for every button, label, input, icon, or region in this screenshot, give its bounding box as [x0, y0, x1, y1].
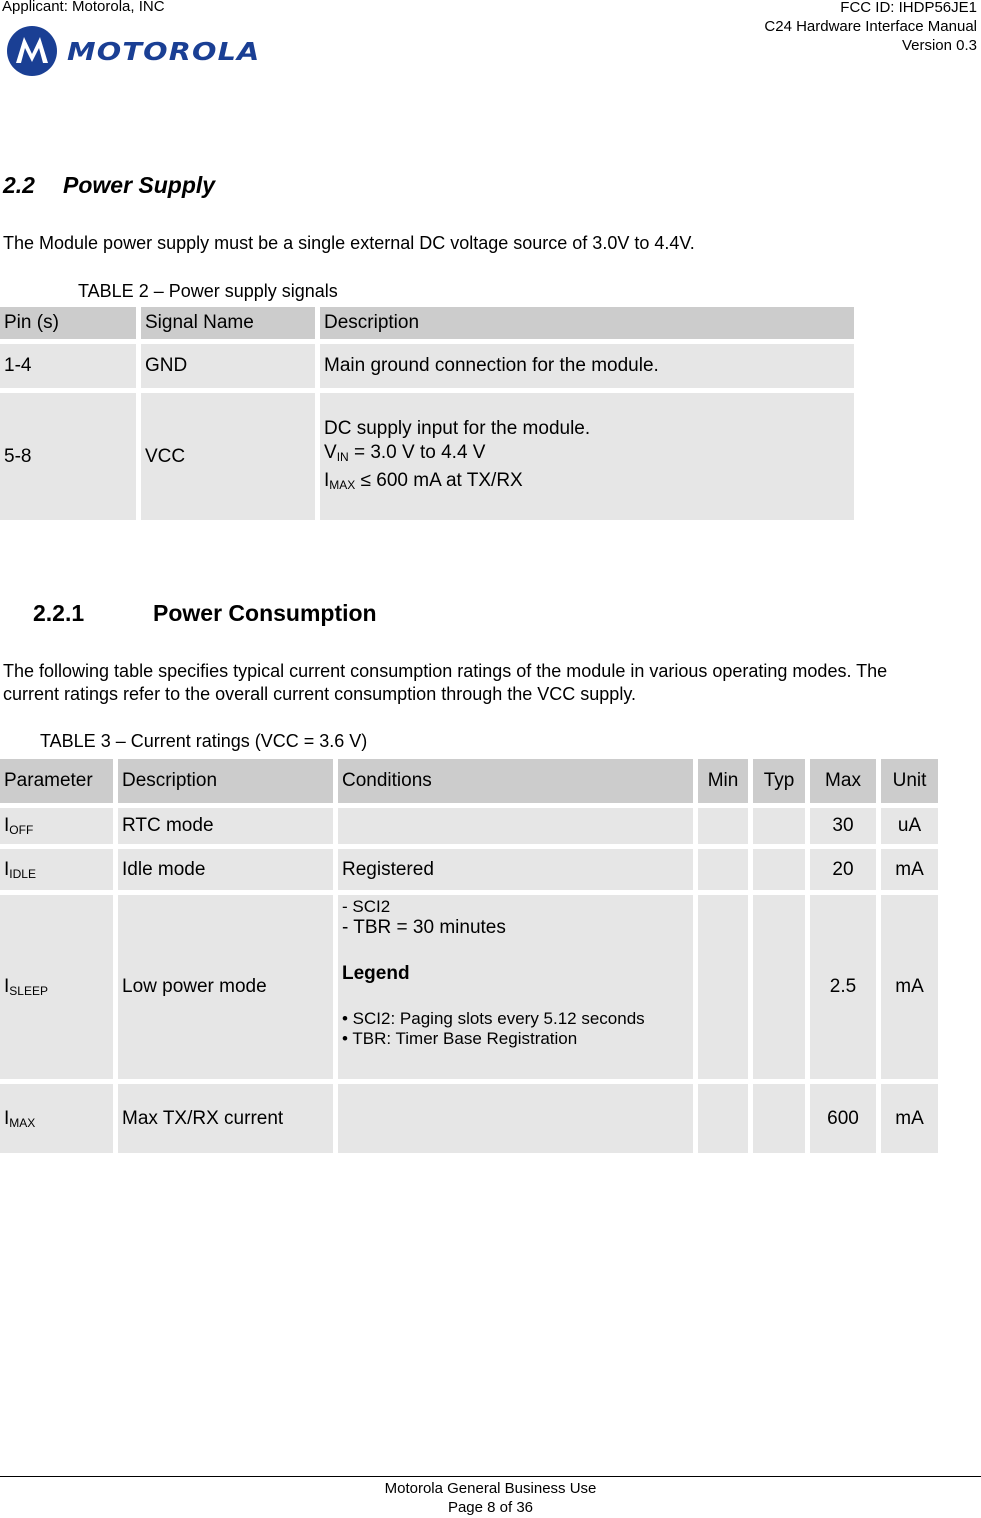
col-header-typ: Typ	[753, 759, 805, 803]
unit-cell: mA	[881, 849, 938, 890]
condition-line: - TBR = 30 minutes	[342, 917, 506, 938]
param-subscript: MAX	[9, 1115, 36, 1130]
typ-cell	[753, 849, 805, 890]
section-intro: The Module power supply must be a single…	[3, 233, 695, 253]
section-heading: 2.2 Power Supply	[3, 172, 215, 199]
table-header-row: Pin (s) Signal Name Description	[0, 307, 854, 339]
vin-subscript: IN	[336, 449, 349, 464]
typ-cell	[753, 1084, 805, 1153]
legend-item: • TBR: Timer Base Registration	[342, 1029, 578, 1048]
typ-cell	[753, 895, 805, 1079]
imax-line: IMAX ≤ 600 mA at TX/RX	[324, 469, 850, 497]
imax-value: ≤ 600 mA at TX/RX	[355, 469, 523, 491]
min-cell	[698, 808, 748, 844]
logo-wordmark: MOTOROLA	[67, 36, 261, 66]
table-row: IMAX Max TX/RX current 600 mA	[0, 1084, 938, 1153]
col-header-description: Description	[118, 759, 333, 803]
condition-line: - SCI2	[342, 897, 391, 916]
vin-value: = 3.0 V to 4.4 V	[348, 441, 486, 463]
col-header-pin: Pin (s)	[0, 307, 136, 339]
col-header-description: Description	[320, 307, 854, 339]
description-cell: Idle mode	[118, 849, 333, 890]
page-footer: Motorola General Business Use Page 8 of …	[0, 1479, 981, 1517]
motorola-batwing-icon	[7, 26, 57, 76]
subsection-title: Power Consumption	[153, 600, 377, 626]
manual-title: C24 Hardware Interface Manual	[764, 18, 977, 35]
max-cell: 2.5	[810, 895, 876, 1079]
description-cell: DC supply input for the module. VIN = 3.…	[320, 393, 854, 520]
table-row: IIDLE Idle mode Registered 20 mA	[0, 849, 938, 890]
typ-cell	[753, 808, 805, 844]
description-cell: Max TX/RX current	[118, 1084, 333, 1153]
power-supply-table: Pin (s) Signal Name Description 1-4 GND …	[0, 302, 859, 525]
section-number: 2.2	[3, 172, 35, 198]
table-row: ISLEEP Low power mode - SCI2 - TBR = 30 …	[0, 895, 938, 1079]
vin-line: VIN = 3.0 V to 4.4 V	[324, 441, 850, 469]
legend-item: • SCI2: Paging slots every 5.12 seconds	[342, 1009, 645, 1028]
fcc-id: FCC ID: IHDP56JE1	[840, 0, 977, 16]
vin-symbol: V	[324, 441, 337, 463]
applicant-label: Applicant: Motorola, INC	[2, 0, 165, 15]
col-header-conditions: Conditions	[338, 759, 693, 803]
desc-line: DC supply input for the module.	[324, 417, 591, 439]
max-cell: 20	[810, 849, 876, 890]
conditions-cell	[338, 808, 693, 844]
col-header-min: Min	[698, 759, 748, 803]
unit-cell: mA	[881, 895, 938, 1079]
table-header-row: Parameter Description Conditions Min Typ…	[0, 759, 938, 803]
footer-divider	[0, 1476, 981, 1477]
conditions-cell: Registered	[338, 849, 693, 890]
document-info: FCC ID: IHDP56JE1 C24 Hardware Interface…	[764, 0, 977, 55]
min-cell	[698, 895, 748, 1079]
current-ratings-table: Parameter Description Conditions Min Typ…	[0, 754, 943, 1158]
table3-caption: TABLE 3 – Current ratings (VCC = 3.6 V)	[40, 731, 368, 751]
page-number: Page 8 of 36	[447, 1499, 534, 1516]
parameter-cell: ISLEEP	[0, 895, 113, 1079]
table-row: 5-8 VCC DC supply input for the module. …	[0, 393, 854, 520]
subsection-number: 2.2.1	[33, 600, 85, 626]
table-row: 1-4 GND Main ground connection for the m…	[0, 344, 854, 388]
max-cell: 30	[810, 808, 876, 844]
col-header-signal: Signal Name	[141, 307, 315, 339]
footer-classification: Motorola General Business Use	[384, 1480, 597, 1497]
signal-cell: GND	[141, 344, 315, 388]
param-subscript: IDLE	[9, 866, 36, 881]
signal-cell: VCC	[141, 393, 315, 520]
subsection-heading: 2.2.1 Power Consumption	[33, 600, 377, 627]
unit-cell: uA	[881, 808, 938, 844]
table-row: IOFF RTC mode 30 uA	[0, 808, 938, 844]
col-header-unit: Unit	[881, 759, 938, 803]
subsection-intro: The following table specifies typical cu…	[3, 661, 888, 704]
description-cell: RTC mode	[118, 808, 333, 844]
min-cell	[698, 849, 748, 890]
conditions-cell	[338, 1084, 693, 1153]
param-subscript: SLEEP	[9, 984, 48, 998]
parameter-cell: IIDLE	[0, 849, 113, 890]
legend-heading: Legend	[342, 963, 410, 984]
pin-cell: 5-8	[0, 393, 136, 520]
param-subscript: OFF	[9, 823, 34, 837]
pin-cell: 1-4	[0, 344, 136, 388]
min-cell	[698, 1084, 748, 1153]
col-header-max: Max	[810, 759, 876, 803]
parameter-cell: IOFF	[0, 808, 113, 844]
unit-cell: mA	[881, 1084, 938, 1153]
section-title: Power Supply	[63, 172, 216, 198]
version: Version 0.3	[901, 37, 977, 54]
max-cell: 600	[810, 1084, 876, 1153]
conditions-cell: - SCI2 - TBR = 30 minutes Legend • SCI2:…	[338, 895, 693, 1079]
parameter-cell: IMAX	[0, 1084, 113, 1153]
col-header-parameter: Parameter	[0, 759, 113, 803]
description-cell: Main ground connection for the module.	[320, 344, 854, 388]
table2-caption: TABLE 2 – Power supply signals	[78, 281, 338, 301]
motorola-logo: MOTOROLA	[7, 26, 259, 76]
imax-subscript: MAX	[329, 477, 356, 492]
description-cell: Low power mode	[118, 895, 333, 1079]
